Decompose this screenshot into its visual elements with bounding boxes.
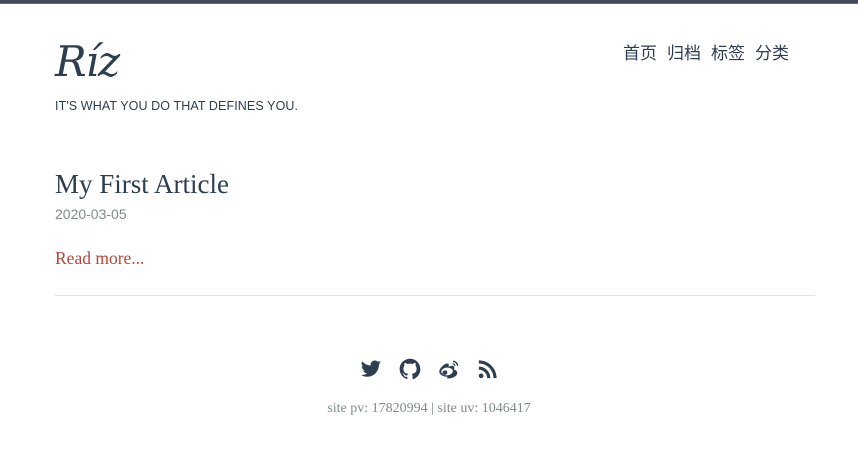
top-border [0, 0, 858, 4]
nav-item-categories[interactable]: 分类 [755, 43, 789, 65]
site-tagline: IT'S WHAT YOU DO THAT DEFINES YOU. [55, 99, 299, 113]
post-title[interactable]: My First Article [55, 167, 229, 201]
nav-item-archive[interactable]: 归档 [667, 43, 701, 65]
twitter-icon[interactable] [360, 358, 382, 380]
rss-icon[interactable] [477, 358, 499, 380]
post-divider [55, 295, 815, 296]
read-more-link[interactable]: Read more... [55, 247, 144, 269]
nav-item-tags[interactable]: 标签 [711, 43, 745, 65]
site-stats: site pv: 17820994 | site uv: 1046417 [327, 401, 531, 416]
main-nav: 首页 归档 标签 分类 [623, 43, 789, 65]
github-icon[interactable] [399, 358, 421, 380]
nav-item-home[interactable]: 首页 [623, 43, 657, 65]
post-date: 2020-03-05 [55, 206, 127, 222]
weibo-icon[interactable] [438, 358, 460, 380]
site-title[interactable]: Ríz [55, 36, 120, 88]
social-links [0, 358, 858, 380]
